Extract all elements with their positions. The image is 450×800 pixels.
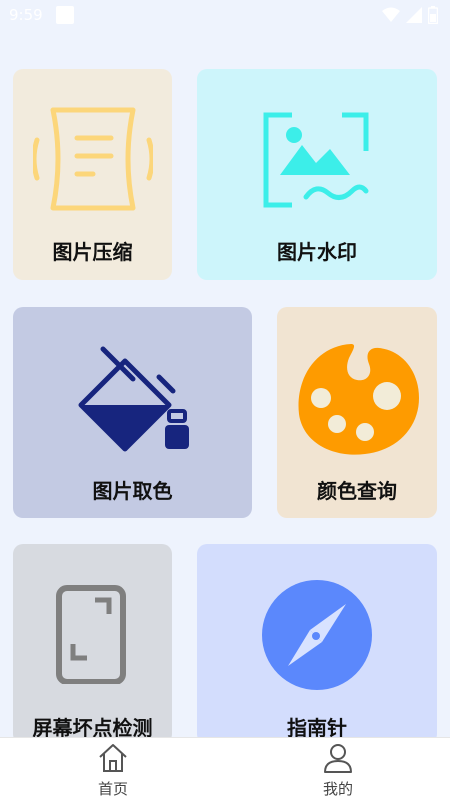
signal-icon [406, 7, 422, 23]
battery-icon [428, 6, 438, 24]
compass-icon [262, 580, 372, 690]
card-color-lookup[interactable]: 颜色查询 [277, 307, 437, 518]
card-dead-pixel-detection[interactable]: 屏幕坏点检测 [13, 544, 172, 744]
user-icon [324, 744, 352, 773]
image-watermark-icon [263, 112, 369, 208]
status-time: 9:59 [9, 6, 43, 24]
card-image-watermark[interactable]: 图片水印 [197, 69, 437, 280]
card-image-watermark-label: 图片水印 [277, 240, 357, 264]
notification-icon [56, 6, 74, 24]
paint-bucket-icon [78, 346, 189, 452]
compress-icon [33, 107, 153, 211]
card-color-lookup-label: 颜色查询 [317, 479, 397, 503]
bottom-navigation: 首页 我的 [0, 737, 450, 800]
tab-mine-label: 我的 [322, 780, 353, 798]
tab-mine[interactable]: 我的 [278, 738, 398, 800]
tab-home[interactable]: 首页 [53, 738, 173, 800]
card-compass[interactable]: 指南针 [197, 544, 437, 744]
status-icons [382, 6, 438, 24]
tab-home-label: 首页 [97, 780, 128, 798]
card-image-pick-color[interactable]: 图片取色 [13, 307, 252, 518]
home-icon [99, 744, 127, 772]
palette-icon [298, 344, 419, 455]
phone-screen-icon [56, 585, 126, 684]
wifi-icon [382, 7, 400, 22]
card-image-pick-color-label: 图片取色 [92, 479, 173, 503]
status-bar: 9:59 [0, 0, 450, 32]
card-image-compress[interactable]: 图片压缩 [13, 69, 172, 280]
card-image-compress-label: 图片压缩 [52, 240, 133, 264]
